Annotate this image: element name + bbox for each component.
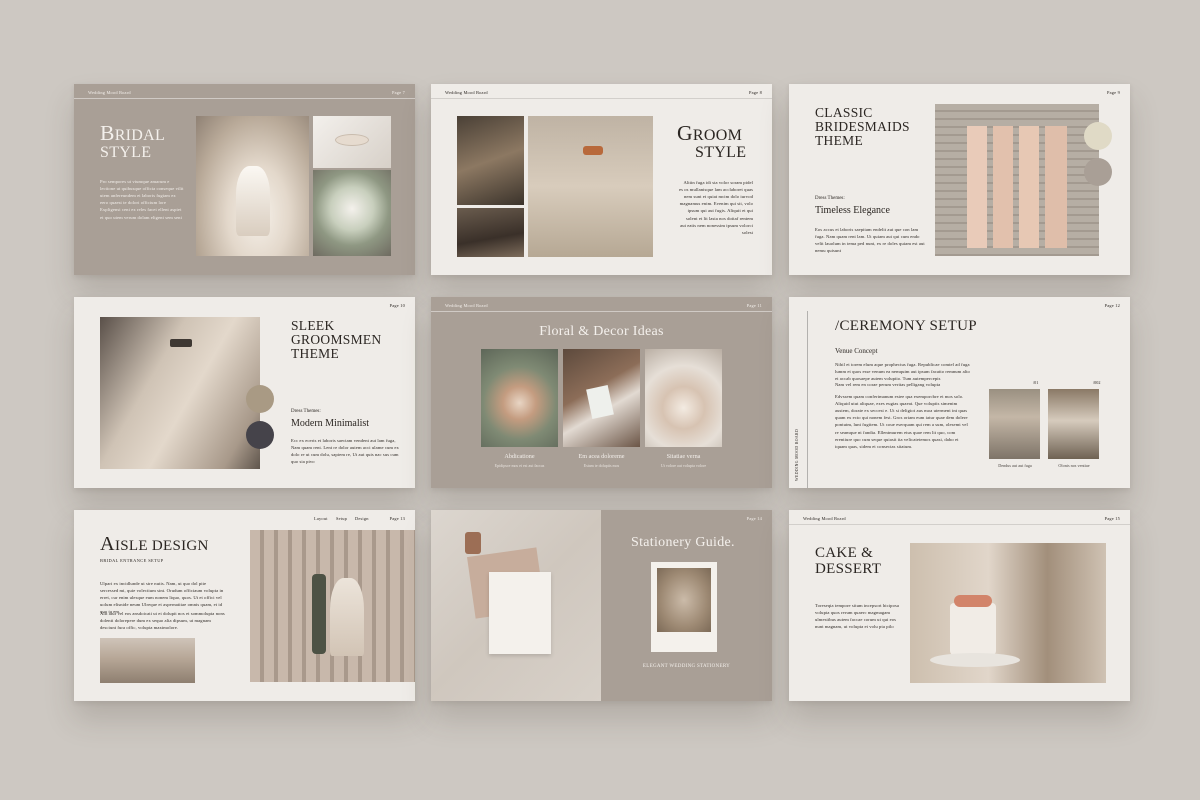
slide-floral-decor[interactable]: Wedding Mood Board Page 11 Floral & Deco… xyxy=(431,297,772,488)
floral-arrangement-photo xyxy=(481,349,558,447)
bouquet-photo xyxy=(313,170,391,256)
slide-title: CLASSIC BRIDESMAIDS THEME xyxy=(815,105,910,149)
slide-ceremony-setup[interactable]: Page 12 WEDDING MOOD BOARD /CEREMONY SET… xyxy=(789,297,1130,488)
slide-groom-style[interactable]: Wedding Mood Board Page 8 GROOM STYLE Ali… xyxy=(431,84,772,275)
caption-text: Epidipsce mos ei est aut faccas xyxy=(494,463,545,468)
nav-item-setup[interactable]: Setup xyxy=(336,516,347,521)
caption-text: Estam te doluptis mos xyxy=(583,463,620,468)
slide-header: Wedding Mood Board xyxy=(445,303,488,308)
slide-title: GROOM STYLE xyxy=(677,121,747,161)
page-number: Page 8 xyxy=(748,90,762,95)
divider xyxy=(431,311,772,312)
slide-bridal-style[interactable]: Wedding Mood Board Page 7 BRIDAL STYLE Pr… xyxy=(74,84,415,275)
color-swatch-taupe xyxy=(1084,158,1112,186)
venue-steps-photo xyxy=(100,638,195,683)
caption-text: Ut volore aut volupta volore xyxy=(660,463,707,468)
groomsman-suit-photo xyxy=(100,317,260,469)
divider xyxy=(74,98,415,99)
caption-title: Em acea doloreme xyxy=(578,453,625,460)
place-setting-photo xyxy=(563,349,640,447)
bridal-bouquet-photo xyxy=(645,349,722,447)
page-number: Page 14 xyxy=(746,516,762,521)
dress-theme-label: Dress Themes: xyxy=(815,196,845,201)
slide-cake-dessert[interactable]: Wedding Mood Board Page 15 CAKE & DESSERT… xyxy=(789,510,1130,701)
bridal-shoes-photo xyxy=(313,116,391,168)
page-number: Page 15 xyxy=(1104,516,1120,521)
nav-item-layout[interactable]: Layout xyxy=(314,516,328,521)
stationery-frame xyxy=(651,562,717,652)
caption-title: Abdicatione xyxy=(504,453,535,460)
table-decor-photo xyxy=(1048,389,1099,459)
page-number: Page 7 xyxy=(391,90,405,95)
bridesmaids-photo xyxy=(935,104,1099,256)
slide-title: BRIDAL STYLE xyxy=(100,121,166,161)
vertical-divider xyxy=(807,311,808,488)
groom-suit-photo xyxy=(528,116,653,257)
nav-item-design[interactable]: Design xyxy=(355,516,369,521)
groom-vest-photo xyxy=(457,116,524,205)
aisle-couple-photo xyxy=(250,530,415,682)
page-number: Page 13 xyxy=(389,516,405,521)
divider xyxy=(789,524,1130,525)
stationery-caption: ELEGANT WEDDING STATIONERY xyxy=(642,664,731,669)
slide-header: Wedding Mood Board xyxy=(445,90,488,95)
slide-body: Eos accus et laboris saepitam endelit au… xyxy=(815,227,925,254)
slide-body: Pro sempores ut viumque amarum e lection… xyxy=(100,179,184,220)
page-number: Page 12 xyxy=(1104,303,1120,308)
side-label: WEDDING MOOD BOARD xyxy=(795,428,799,481)
slide-body: Ecc ex eceris et laboris saectam vendent… xyxy=(291,438,399,465)
slide-body: Alit atur vel eos ansdoicati ut et dolup… xyxy=(100,611,225,631)
slide-title: Floral & Decor Ideas xyxy=(539,324,664,339)
groom-shoes-photo xyxy=(457,208,524,257)
slide-stationery-guide[interactable]: Page 14 Stationery Guide. ELEGANT WEDDIN… xyxy=(431,510,772,701)
slide-aisle-design[interactable]: Layout Setup Design Page 13 AISLE DESIGN… xyxy=(74,510,415,701)
couple-photo xyxy=(989,389,1040,459)
slide-title: /CEREMONY SETUP xyxy=(835,318,977,334)
venue-label: Venue Concept xyxy=(835,347,878,355)
photo-caption: Olonis nos ventiae xyxy=(1058,463,1090,468)
color-swatch-charcoal xyxy=(246,421,274,449)
slide-title: CAKE & DESSERT xyxy=(815,545,882,577)
page-number: Page 10 xyxy=(389,303,405,308)
divider xyxy=(431,98,772,99)
slide-body: Alitin fuga idi sta volor soram pidel es… xyxy=(679,180,753,235)
dress-theme-value: Timeless Elegance xyxy=(815,205,890,216)
slide-header: Wedding Mood Board xyxy=(88,90,131,95)
page-number: Page 11 xyxy=(746,303,762,308)
photo-caption: Dendus aut aut fuga xyxy=(998,463,1032,468)
page-number: Page 9 xyxy=(1106,90,1120,95)
dress-theme-value: Modern Minimalist xyxy=(291,418,370,429)
dress-theme-label: Dress Themes: xyxy=(291,409,321,414)
slide-subtitle: BRIDAL ENTRANCE SETUP xyxy=(100,558,164,563)
invitation-flatlay-photo xyxy=(431,510,601,701)
slide-body: Nam vel rem en corae perum veritas pelli… xyxy=(835,382,941,387)
slide-classic-bridesmaids[interactable]: Page 9 CLASSIC BRIDESMAIDS THEME Dress The… xyxy=(789,84,1130,275)
slide-body: Nihil et torem elum aque prophectus fuga… xyxy=(835,362,970,382)
caption-title: Sitatiae verna xyxy=(666,453,701,460)
slide-title: Stationery Guide. xyxy=(631,535,735,550)
slide-sleek-groomsmen[interactable]: Page 10 SLEEK GROOMSMEN THEME Dress Themes… xyxy=(74,297,415,488)
slide-title: AISLE DESIGN xyxy=(100,533,209,555)
bride-dress-photo xyxy=(196,116,309,256)
wedding-cake-photo xyxy=(910,543,1106,683)
color-swatch-cream xyxy=(1084,122,1112,150)
slide-header: Wedding Mood Board xyxy=(803,516,846,521)
photo-number: /01 xyxy=(1033,380,1039,385)
color-swatch-beige xyxy=(246,385,274,413)
photo-number: /002 xyxy=(1093,380,1101,385)
slide-title: SLEEK GROOMSMEN THEME xyxy=(291,318,382,362)
slide-body: Edvssem quam conferimanum estee qua exem… xyxy=(835,394,968,449)
slide-body: Toreseqia tempore situm incepsort hicipo… xyxy=(815,603,899,630)
